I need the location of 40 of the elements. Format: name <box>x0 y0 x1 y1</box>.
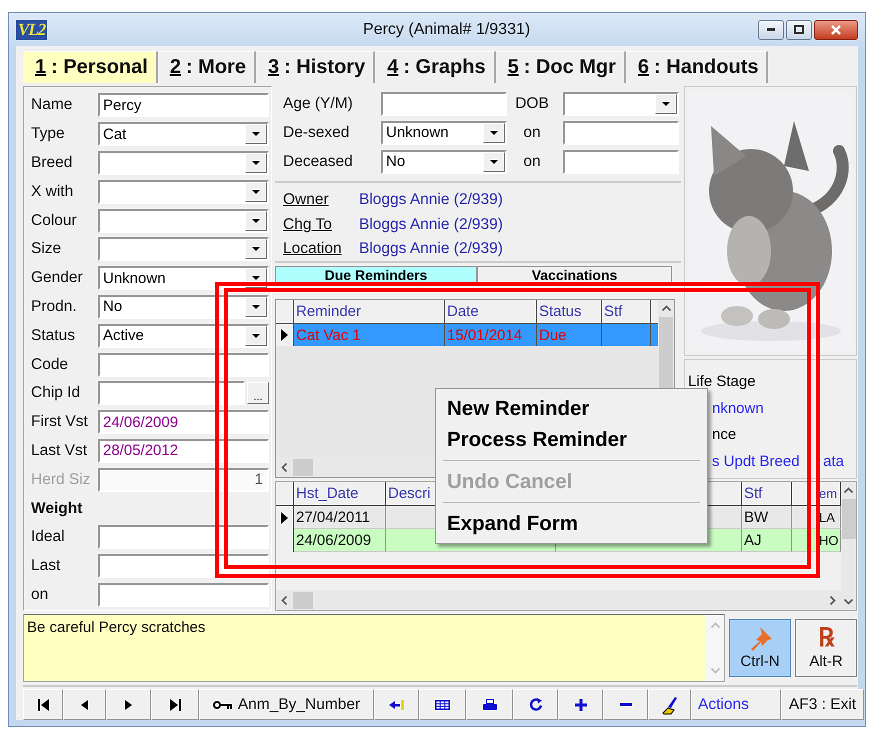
field-label: Last Vst <box>31 442 88 460</box>
field-label: Life Stage <box>688 372 756 392</box>
field-label: Status <box>31 326 76 345</box>
link-value: Bloggs Annie (2/939) <box>359 240 504 258</box>
field-label: Chip Id <box>31 384 82 402</box>
note-text: Be careful Percy scratches <box>26 618 206 638</box>
field-label: on <box>522 152 542 170</box>
field-label: De-sexed <box>283 124 350 142</box>
field-label: Herd Siz <box>31 470 92 489</box>
field-label: Breed <box>31 154 74 172</box>
field-label: Ideal <box>31 528 66 546</box>
field-label: DOB <box>514 94 550 112</box>
prescription-icon: ℞ <box>818 625 834 651</box>
field-label: Size <box>31 240 62 258</box>
field-label: Name <box>31 96 74 114</box>
field-label: Age (Y/M) <box>283 94 354 112</box>
field-label: Prodn. <box>31 298 78 316</box>
section-heading: Weight <box>31 500 84 518</box>
field-label: X with <box>31 182 74 201</box>
table-cell: AJ <box>742 529 792 552</box>
link-value: Bloggs Annie (2/939) <box>359 216 504 234</box>
table-cell: 24/06/2009 <box>294 529 386 552</box>
field-label: on <box>31 586 50 604</box>
link-value: Bloggs Annie (2/939) <box>359 191 504 210</box>
field-label: Last <box>31 557 62 576</box>
field-label: First Vst <box>31 413 89 432</box>
table-cell: 15/01/2014 <box>445 324 537 346</box>
field-label: on <box>522 124 542 142</box>
app-logo: VL2 <box>16 20 48 40</box>
field-label: Type <box>31 125 66 144</box>
field-label: nce <box>712 425 736 445</box>
field-label: Colour <box>31 212 78 230</box>
field-label: Code <box>31 356 70 374</box>
field-label: Deceased <box>283 152 354 170</box>
table-cell: Cat Vac 1 <box>294 324 445 346</box>
window-title: Percy (Animal# 1/9331) <box>362 20 532 38</box>
number-field: 1 <box>98 468 269 492</box>
table-cell: Due <box>537 324 602 346</box>
field-value: nknown <box>712 398 764 418</box>
field-label: Gender <box>31 269 84 288</box>
